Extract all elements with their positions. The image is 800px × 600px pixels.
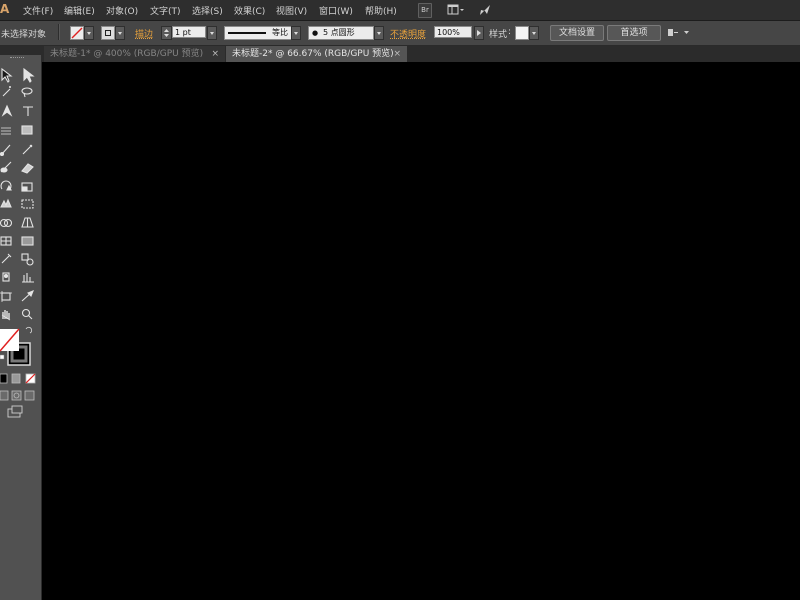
column-graph-tool[interactable] xyxy=(21,266,39,282)
stroke-dropdown[interactable] xyxy=(115,26,125,40)
graphic-style-swatch[interactable] xyxy=(515,26,529,40)
brush-definition-field[interactable]: ● 5 点圆形 xyxy=(308,26,374,40)
blob-brush-tool[interactable] xyxy=(0,155,18,171)
style-label: 样式 xyxy=(489,30,508,40)
workspace-arrange-button[interactable] xyxy=(447,3,465,17)
hand-tool[interactable] xyxy=(0,303,18,319)
menu-help[interactable]: 帮助(H) xyxy=(365,4,397,17)
line-segment-tool[interactable] xyxy=(0,118,18,134)
menu-view[interactable]: 视图(V) xyxy=(276,4,307,17)
stroke-weight-dropdown[interactable] xyxy=(207,26,217,40)
opacity-input[interactable]: 100% xyxy=(434,26,472,38)
swap-fill-stroke-icon[interactable] xyxy=(24,327,34,337)
rectangle-tool[interactable] xyxy=(21,118,39,134)
panel-grip-icon[interactable] xyxy=(10,57,24,60)
direct-selection-tool[interactable] xyxy=(21,63,39,79)
opacity-label[interactable]: 不透明度 xyxy=(390,27,426,40)
none-mode-button[interactable] xyxy=(25,373,36,384)
document-tabs: 未标题-1* @ 400% (RGB/GPU 预览) × 未标题-2* @ 66… xyxy=(42,46,800,62)
menu-type[interactable]: 文字(T) xyxy=(150,4,181,17)
magic-wand-tool[interactable] xyxy=(0,81,18,97)
graphic-style-dropdown[interactable] xyxy=(529,26,539,40)
tab-label: 未标题-2* @ 66.67% (RGB/GPU 预览) xyxy=(232,49,394,59)
change-screen-mode-button[interactable] xyxy=(7,405,23,418)
sync-button[interactable] xyxy=(478,3,492,20)
profile-line-icon xyxy=(228,32,266,34)
menu-effect[interactable]: 效果(C) xyxy=(234,4,265,17)
rotate-tool[interactable] xyxy=(0,174,18,190)
arrange-documents-icon xyxy=(447,4,464,15)
chevron-right-icon xyxy=(477,30,481,36)
tools-panel xyxy=(0,55,42,600)
menu-edit[interactable]: 编辑(E) xyxy=(64,4,95,17)
eraser-tool[interactable] xyxy=(21,155,39,171)
selection-tool[interactable] xyxy=(0,63,18,79)
opacity-slider-button[interactable] xyxy=(474,26,484,40)
arrange-menu-button[interactable] xyxy=(667,26,691,39)
gradient-tool[interactable] xyxy=(21,229,39,245)
stroke-swatch[interactable] xyxy=(101,26,115,40)
toolbar-header xyxy=(0,46,42,55)
close-icon[interactable]: × xyxy=(211,46,219,62)
draw-normal-button[interactable] xyxy=(0,390,10,401)
bridge-button[interactable]: Br xyxy=(418,3,432,18)
artboard-tool[interactable] xyxy=(0,285,18,301)
divider xyxy=(58,24,60,40)
brush-dropdown[interactable] xyxy=(374,26,384,40)
width-profile-field[interactable]: 等比 xyxy=(224,26,292,40)
draw-inside-button[interactable] xyxy=(24,390,35,401)
brush-label: 5 点圆形 xyxy=(323,28,355,37)
tab-document-2[interactable]: 未标题-2* @ 66.67% (RGB/GPU 预览) × xyxy=(226,46,407,62)
scale-tool[interactable] xyxy=(21,174,39,190)
width-profile-dropdown[interactable] xyxy=(291,26,301,40)
close-icon[interactable]: × xyxy=(393,46,401,62)
artboard-canvas[interactable] xyxy=(42,62,800,600)
stroke-stepper[interactable] xyxy=(161,26,172,40)
stroke-weight-input[interactable]: 1 pt xyxy=(172,26,206,38)
shape-builder-tool[interactable] xyxy=(0,211,18,227)
draw-behind-button[interactable] xyxy=(11,390,21,401)
selection-status: 未选择对象 xyxy=(1,30,47,40)
menu-file[interactable]: 文件(F) xyxy=(23,4,53,17)
pen-tool[interactable] xyxy=(0,100,18,116)
menu-object[interactable]: 对象(O) xyxy=(106,4,138,17)
mesh-tool[interactable] xyxy=(0,229,18,245)
width-tool[interactable] xyxy=(0,192,18,208)
tab-label: 未标题-1* @ 400% (RGB/GPU 预览) xyxy=(50,49,204,59)
brush-dot-icon: ● xyxy=(312,29,319,37)
slice-tool[interactable] xyxy=(21,285,39,301)
menu-window[interactable]: 窗口(W) xyxy=(319,4,353,17)
fill-swatch[interactable] xyxy=(70,26,84,40)
gradient-mode-button[interactable] xyxy=(11,373,21,384)
blend-tool[interactable] xyxy=(21,247,39,263)
preferences-button[interactable]: 首选项 xyxy=(607,25,661,41)
color-mode-button[interactable] xyxy=(0,373,10,384)
menu-bar: Ai 文件(F) 编辑(E) 对象(O) 文字(T) 选择(S) 效果(C) 视… xyxy=(0,0,800,21)
app-logo: Ai xyxy=(0,2,10,16)
arrange-icon xyxy=(668,29,689,36)
symbol-sprayer-tool[interactable] xyxy=(0,266,18,282)
document-setup-button[interactable]: 文档设置 xyxy=(550,25,604,41)
stroke-square-icon xyxy=(105,30,111,36)
profile-label: 等比 xyxy=(272,28,288,37)
type-tool[interactable] xyxy=(21,100,39,116)
paintbrush-tool[interactable] xyxy=(0,137,18,153)
rocket-icon xyxy=(480,5,490,15)
eyedropper-tool[interactable] xyxy=(0,247,18,263)
control-bar: 未选择对象 描边 1 pt 等比 ● 5 点圆形 不透明度 100% 样式 : … xyxy=(0,21,800,46)
stroke-label[interactable]: 描边 xyxy=(135,27,153,40)
menu-select[interactable]: 选择(S) xyxy=(192,4,223,17)
stepper-arrows-icon xyxy=(164,29,169,37)
style-label-colon: : xyxy=(508,27,512,37)
none-swatch-icon xyxy=(71,27,83,39)
lasso-tool[interactable] xyxy=(21,81,39,97)
tab-document-1[interactable]: 未标题-1* @ 400% (RGB/GPU 预览) × xyxy=(44,46,225,62)
stroke-color-swatch[interactable] xyxy=(10,343,32,365)
free-transform-tool[interactable] xyxy=(21,192,39,208)
pencil-tool[interactable] xyxy=(21,137,39,153)
zoom-tool[interactable] xyxy=(21,303,39,319)
perspective-grid-tool[interactable] xyxy=(21,211,39,227)
fill-dropdown[interactable] xyxy=(84,26,94,40)
